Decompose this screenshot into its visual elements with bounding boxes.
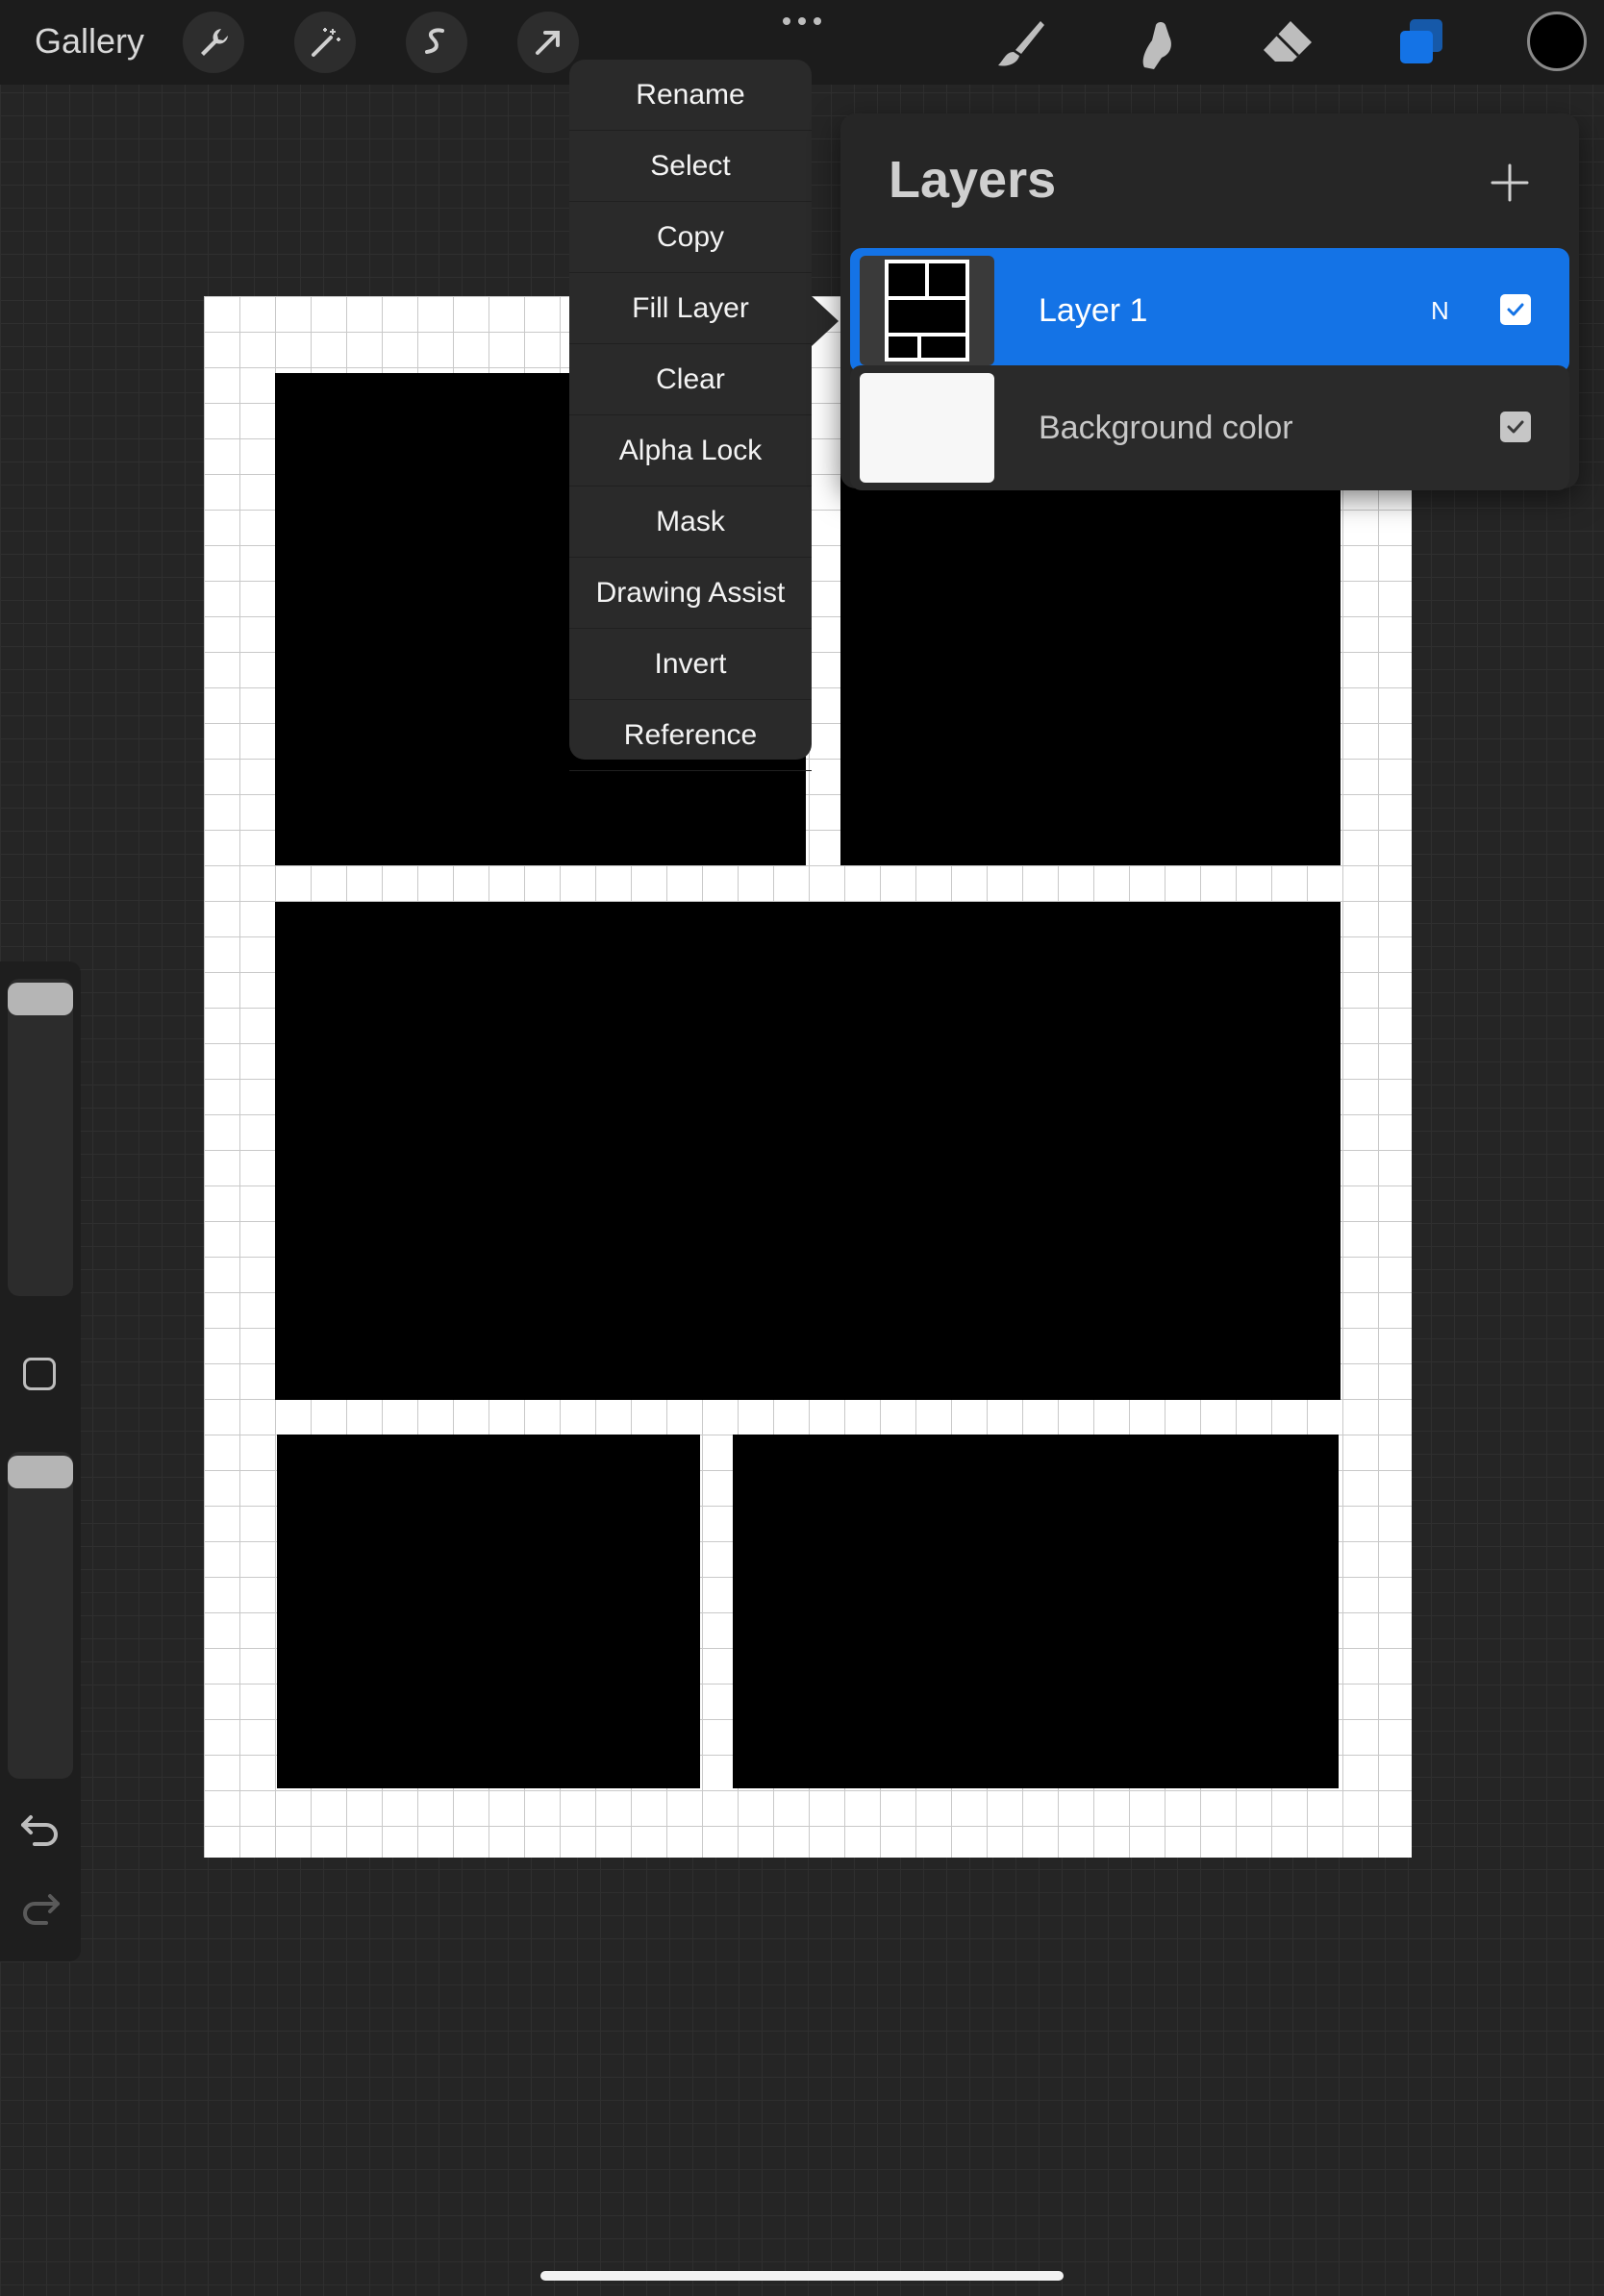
- menu-item-select[interactable]: Select: [569, 131, 812, 202]
- layers-icon[interactable]: [1392, 13, 1454, 75]
- brush-size-thumb[interactable]: [8, 983, 73, 1015]
- color-picker-button[interactable]: [1527, 12, 1587, 71]
- comic-panel: [733, 1435, 1339, 1788]
- redo-icon[interactable]: [19, 1890, 62, 1925]
- wrench-icon[interactable]: [183, 12, 244, 73]
- comic-panel: [277, 1435, 700, 1788]
- layer-thumbnail: [860, 256, 994, 365]
- menu-item-rename[interactable]: Rename: [569, 60, 812, 131]
- home-indicator[interactable]: [540, 2271, 1064, 2281]
- menu-item-drawing-assist[interactable]: Drawing Assist: [569, 558, 812, 629]
- layer-name: Layer 1: [1039, 292, 1148, 329]
- undo-icon[interactable]: [19, 1811, 62, 1846]
- smudge-icon[interactable]: [1123, 13, 1185, 75]
- magic-wand-icon[interactable]: [294, 12, 356, 73]
- opacity-thumb[interactable]: [8, 1456, 73, 1488]
- layers-panel: Layers Layer 1 N Background color: [840, 113, 1579, 490]
- layers-title: Layers: [889, 151, 1057, 209]
- menu-item-clear[interactable]: Clear: [569, 344, 812, 415]
- left-sidebar: [0, 961, 81, 1961]
- plus-icon[interactable]: [1489, 162, 1531, 204]
- layer-row-background-color[interactable]: Background color: [850, 365, 1569, 490]
- selection-icon[interactable]: [406, 12, 467, 73]
- layer-visibility-checkbox[interactable]: [1500, 294, 1531, 325]
- brush-size-slider[interactable]: [8, 979, 73, 1296]
- blend-mode-button[interactable]: N: [1431, 296, 1449, 326]
- menu-item-mask[interactable]: Mask: [569, 487, 812, 558]
- menu-item-alpha-lock[interactable]: Alpha Lock: [569, 415, 812, 487]
- ellipsis-icon[interactable]: [781, 10, 823, 33]
- background-thumbnail: [860, 373, 994, 483]
- brush-icon[interactable]: [989, 13, 1050, 75]
- menu-pointer-arrow: [812, 296, 839, 346]
- opacity-slider[interactable]: [8, 1452, 73, 1779]
- menu-item-reference[interactable]: Reference: [569, 700, 812, 771]
- modify-square-icon[interactable]: [23, 1358, 56, 1390]
- layer-name: Background color: [1039, 410, 1293, 446]
- menu-item-fill-layer[interactable]: Fill Layer: [569, 273, 812, 344]
- menu-item-invert[interactable]: Invert: [569, 629, 812, 700]
- comic-panel: [275, 902, 1341, 1400]
- gallery-button[interactable]: Gallery: [35, 21, 144, 62]
- layer-options-menu: Rename Select Copy Fill Layer Clear Alph…: [569, 60, 839, 771]
- layer-visibility-checkbox[interactable]: [1500, 412, 1531, 442]
- menu-item-copy[interactable]: Copy: [569, 202, 812, 273]
- eraser-icon[interactable]: [1256, 13, 1317, 75]
- layer-row-layer-1[interactable]: Layer 1 N: [850, 248, 1569, 373]
